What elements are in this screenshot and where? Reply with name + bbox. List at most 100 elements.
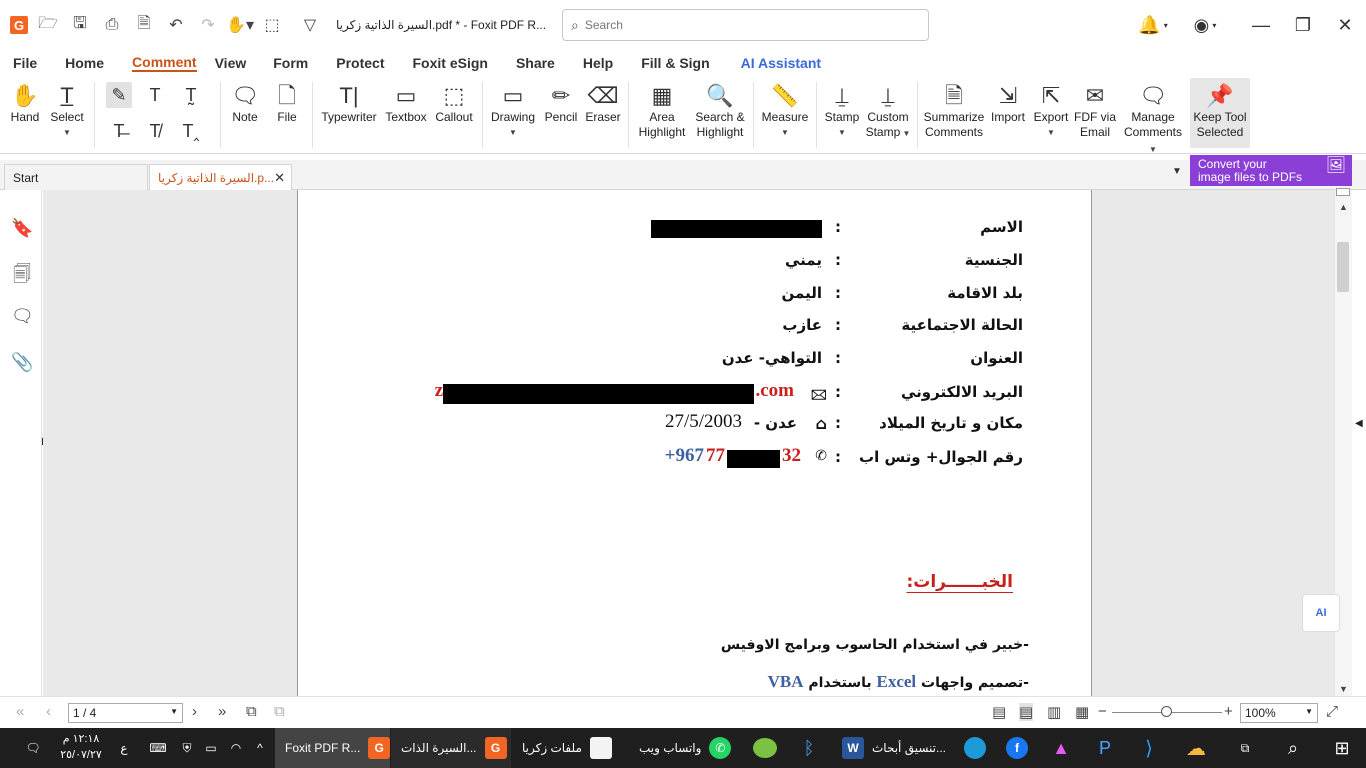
search-icon[interactable]: ⌕ (1276, 728, 1310, 768)
zoom-out-icon[interactable]: − (1098, 703, 1107, 720)
replace-text-icon[interactable]: T̸ (142, 118, 168, 144)
pencil-button[interactable]: ✏ Pencil (541, 80, 581, 125)
menu-share[interactable]: Share (516, 55, 564, 71)
search-input[interactable] (584, 18, 905, 32)
previous-view-icon[interactable]: ⧉ (246, 703, 257, 720)
single-page-view-icon[interactable]: ▤ (992, 703, 1006, 721)
security-icon[interactable]: ⛨ (176, 728, 198, 768)
wifi-icon[interactable]: ◠ (224, 728, 248, 768)
last-page-icon[interactable]: » (218, 703, 226, 720)
hand-button[interactable]: ✋ Hand (6, 80, 44, 125)
scroll-up-icon[interactable]: ▲ (1339, 202, 1348, 212)
strikeout-text-icon[interactable]: T̶ (106, 118, 132, 144)
comments-icon[interactable]: 🗨 (11, 306, 34, 330)
squiggly-text-icon[interactable]: T̰ (178, 82, 204, 108)
input-language-indicator[interactable]: ع (114, 728, 134, 768)
typewriter-button[interactable]: T| Typewriter (318, 80, 380, 125)
show-hidden-icons-icon[interactable]: ^ (250, 728, 270, 768)
eyes-app-icon[interactable] (748, 728, 782, 768)
taskbar-app-cv-document[interactable]: السيرة الذات... G (391, 728, 511, 768)
open-icon[interactable]: 🗁 (32, 12, 64, 39)
customize-dropdown-icon[interactable]: ▽ (294, 15, 326, 35)
close-window-icon[interactable]: ✕ (1324, 0, 1366, 50)
zoom-level-field[interactable]: 100% ▼ (1240, 703, 1318, 723)
tab-document[interactable]: السيرة الذاتية زكريا.p... ✕ (149, 164, 292, 190)
area-highlight-button[interactable]: ▦ Area Highlight (634, 80, 690, 140)
fullscreen-icon[interactable]: ⤢ (1326, 703, 1338, 720)
drawing-button[interactable]: ▭ Drawing ▼ (488, 80, 538, 140)
measure-button[interactable]: 📏 Measure ▼ (759, 80, 811, 140)
notification-bell-icon[interactable]: 🔔 ▾ (1128, 0, 1178, 50)
eraser-button[interactable]: ⌫ Eraser (584, 80, 622, 125)
notification-center-icon[interactable]: 🗨 (20, 728, 46, 768)
facing-view-icon[interactable]: ▥ (1047, 703, 1061, 721)
first-page-icon[interactable]: « (16, 703, 24, 720)
keyboard-icon[interactable]: ⌨ (144, 728, 172, 768)
taskbar-app-whatsapp[interactable]: واتساب ويب ✆ (629, 728, 741, 768)
search-box[interactable]: ⌕ (562, 9, 929, 41)
insert-text-icon[interactable]: T‸ (178, 118, 204, 144)
weather-icon[interactable]: ☁ (1178, 728, 1214, 768)
attachment-icon[interactable]: 📎 (11, 352, 33, 376)
highlight-tool-icon[interactable]: ✎ (106, 82, 132, 108)
underline-text-icon[interactable]: T (142, 82, 168, 108)
document-icon[interactable]: 🗎 (128, 12, 160, 39)
bookmark-icon[interactable]: 🔖 (11, 218, 33, 242)
redo-icon[interactable]: ↷ (192, 15, 224, 35)
tab-list-dropdown-icon[interactable]: ▼ (1172, 166, 1182, 177)
scroll-split-icon[interactable] (1336, 188, 1350, 196)
scroll-thumb[interactable] (1337, 242, 1349, 292)
pages-icon[interactable]: 🗐 (11, 262, 33, 286)
export-button[interactable]: ⇱ Export ▼ (1031, 80, 1071, 140)
system-clock[interactable]: ١٢:١٨ م ٢٥/٠٧/٢٧ (55, 731, 107, 763)
battery-icon[interactable]: ▭ (200, 728, 222, 768)
continuous-facing-view-icon[interactable]: ▦ (1075, 703, 1089, 721)
menu-file[interactable]: File (13, 55, 46, 71)
windows-start-icon[interactable]: ⊞ (1322, 728, 1362, 768)
pen-app-icon[interactable]: P (1088, 728, 1122, 768)
textbox-button[interactable]: ▭ Textbox (383, 80, 429, 125)
bluetooth-icon[interactable]: ᛒ (792, 728, 826, 768)
facebook-icon[interactable]: f (1000, 728, 1034, 768)
select-button[interactable]: T̲ Select ▼ (48, 80, 86, 140)
menu-form[interactable]: Form (273, 55, 317, 71)
zoom-slider-knob[interactable] (1161, 706, 1172, 717)
task-view-icon[interactable]: ⧉ (1228, 728, 1262, 768)
expand-right-panel-icon[interactable]: ◀ (1355, 418, 1363, 429)
taskbar-app-folder[interactable]: ملفات زكريا (512, 728, 628, 768)
stamp-button[interactable]: ⍊ Stamp ▼ (822, 80, 862, 140)
restore-icon[interactable]: ❐ (1282, 0, 1324, 50)
note-button[interactable]: 🗨 Note (226, 80, 264, 125)
fdf-via-email-button[interactable]: ✉ FDF via Email (1074, 80, 1116, 140)
taskbar-app-foxit[interactable]: Foxit PDF R... G (275, 728, 390, 768)
ai-assistant-float-icon[interactable]: AI (1302, 594, 1340, 632)
file-attach-button[interactable]: 🗋 File (268, 80, 306, 125)
summarize-comments-button[interactable]: 🗎 Summarize Comments (923, 80, 985, 140)
account-icon[interactable]: ◉ ▾ (1180, 0, 1230, 50)
print-icon[interactable]: ⎙ (96, 16, 128, 34)
convert-images-promo[interactable]: Convert your image files to PDFs 🖼 (1190, 155, 1352, 186)
menu-fill-sign[interactable]: Fill & Sign (641, 55, 718, 71)
menu-view[interactable]: View (215, 55, 256, 71)
snapshot-icon[interactable]: ⬚ (256, 15, 288, 35)
zoom-in-icon[interactable]: + (1224, 703, 1233, 720)
minimize-icon[interactable]: — (1240, 0, 1282, 50)
taskbar-app-word[interactable]: W تنسيق أبحاث... (832, 728, 960, 768)
hand-dropdown-icon[interactable]: ✋▾ (224, 15, 256, 35)
keep-tool-selected-button[interactable]: 📌 Keep Tool Selected (1190, 78, 1250, 148)
creative-app-icon[interactable]: ▲ (1044, 728, 1078, 768)
menu-home[interactable]: Home (65, 55, 113, 71)
edge-browser-icon[interactable] (958, 728, 992, 768)
menu-protect[interactable]: Protect (336, 55, 393, 71)
search-highlight-button[interactable]: 🔍 Search & Highlight (692, 80, 748, 140)
menu-help[interactable]: Help (583, 55, 622, 71)
continuous-view-icon[interactable]: ▤ (1019, 703, 1034, 721)
vscode-icon[interactable]: ⟩ (1132, 728, 1166, 768)
manage-comments-button[interactable]: 🗨 Manage Comments ▼ (1120, 80, 1186, 157)
import-button[interactable]: ⇲ Import (988, 80, 1028, 125)
menu-ai-assistant[interactable]: AI Assistant (741, 55, 830, 71)
custom-stamp-button[interactable]: ⍊ Custom Stamp ▼ (864, 80, 912, 141)
undo-icon[interactable]: ↶ (160, 15, 192, 35)
callout-button[interactable]: ⬚ Callout (431, 80, 477, 125)
next-view-icon[interactable]: ⧉ (274, 703, 285, 720)
